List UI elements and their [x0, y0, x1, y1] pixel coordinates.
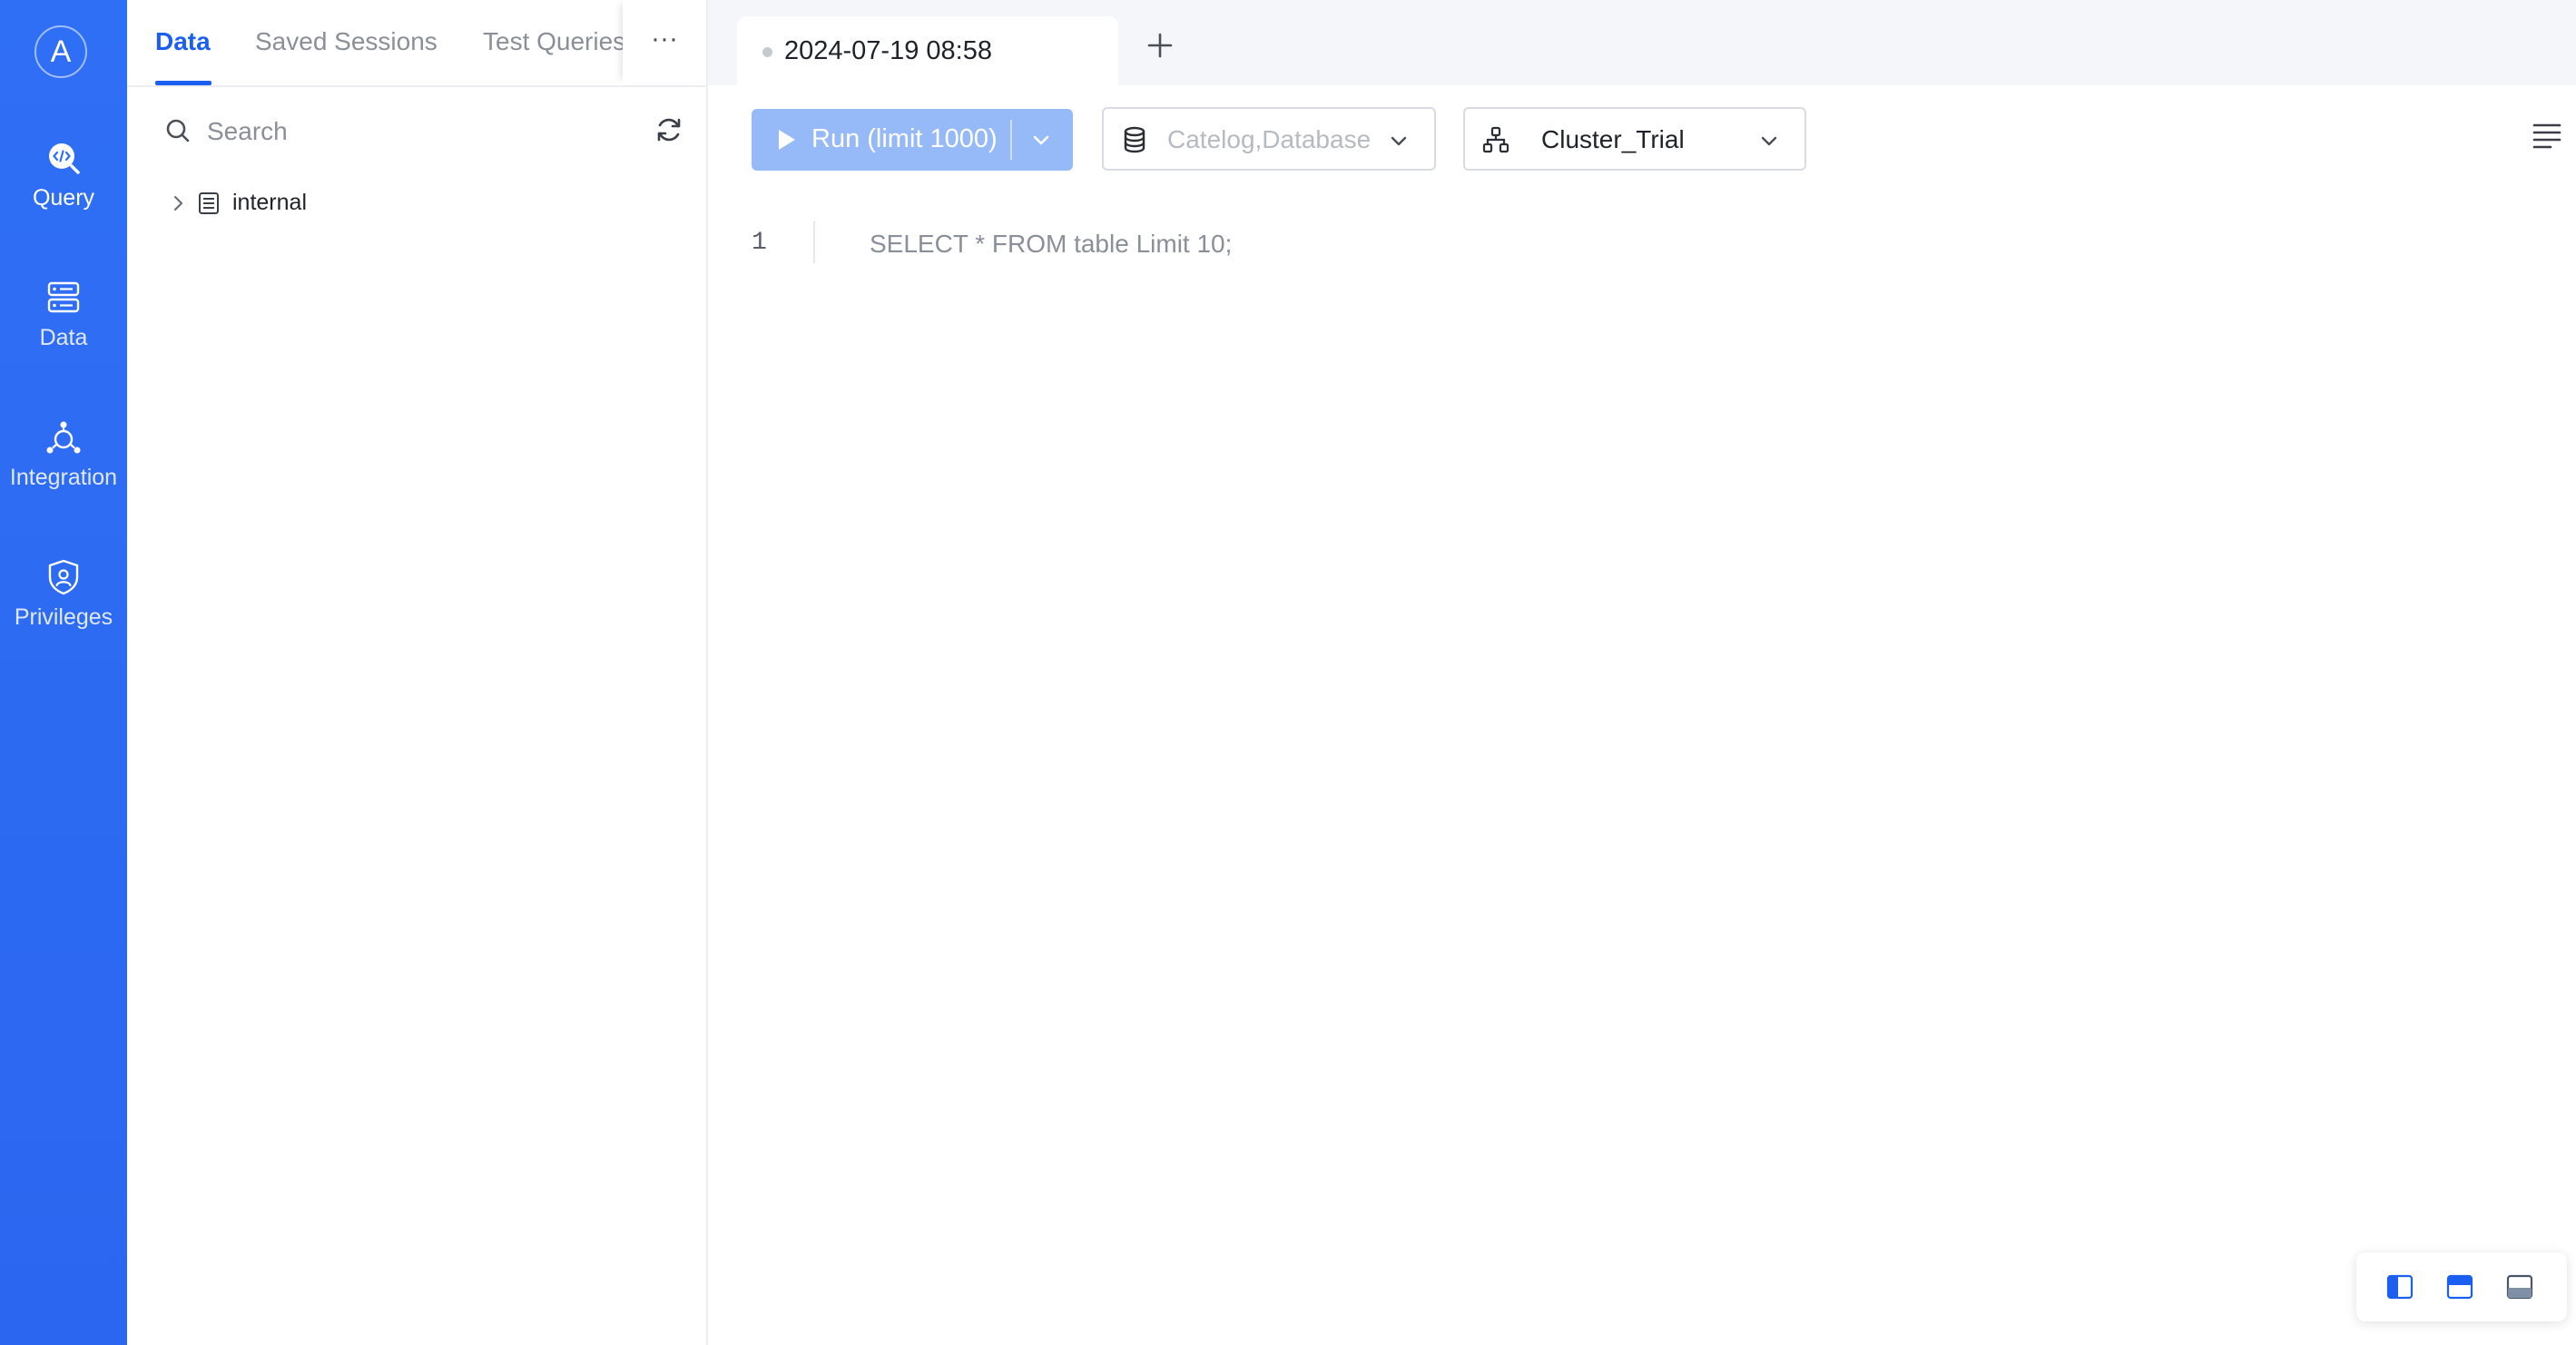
shield-user-icon	[48, 559, 79, 595]
run-button[interactable]: Run (limit 1000)	[752, 109, 1073, 171]
chevron-down-icon	[1761, 136, 1777, 146]
tree-item-internal[interactable]: internal	[167, 187, 439, 220]
nav-label-integration: Integration	[9, 465, 118, 490]
server-icon	[47, 281, 80, 313]
integration-icon	[46, 421, 81, 454]
more-tabs-button[interactable]: ···	[623, 0, 706, 83]
line-number: 1	[752, 229, 767, 257]
tab-saved-sessions[interactable]: Saved Sessions	[255, 27, 438, 56]
session-tab[interactable]: 2024-07-19 08:58	[737, 16, 1118, 85]
active-tab-indicator	[155, 81, 211, 85]
cluster-select[interactable]: Cluster_Trial	[1463, 107, 1806, 171]
cluster-icon	[1482, 126, 1509, 153]
align-lines-menu-icon[interactable]	[2531, 120, 2563, 152]
bottom-panel-layout-icon[interactable]	[2505, 1272, 2534, 1301]
run-button-label: Run (limit 1000)	[811, 124, 998, 153]
chevron-right-icon[interactable]	[167, 192, 189, 214]
nav-label-privileges: Privileges	[14, 604, 113, 630]
nav-item-data[interactable]: Data	[0, 278, 127, 351]
user-avatar[interactable]: A	[34, 25, 87, 78]
session-tab-title: 2024-07-19 08:58	[784, 36, 992, 65]
tab-data[interactable]: Data	[155, 27, 211, 56]
query-icon	[49, 143, 80, 174]
catalog-database-select[interactable]: Catelog,Database	[1102, 107, 1436, 171]
top-panel-layout-icon[interactable]	[2445, 1272, 2474, 1301]
unsaved-dot-icon	[762, 47, 772, 57]
nav-item-privileges[interactable]: Privileges	[0, 557, 127, 631]
cluster-select-value: Cluster_Trial	[1541, 125, 1685, 153]
left-panel-layout-icon[interactable]	[2385, 1272, 2414, 1301]
run-options-chevron-down-icon[interactable]	[1028, 127, 1054, 152]
chevron-down-icon	[1391, 136, 1407, 146]
gutter-divider	[813, 221, 815, 263]
nav-label-query: Query	[32, 185, 95, 211]
nav-label-data: Data	[39, 325, 88, 350]
main-nav-rail: A Query Data Integration Privileges	[0, 0, 127, 1345]
catalog-database-placeholder: Catelog,Database	[1167, 125, 1372, 153]
add-tab-icon[interactable]	[1144, 29, 1176, 62]
code-line[interactable]: SELECT * FROM table Limit 10;	[870, 230, 1232, 259]
tree-item-label: internal	[232, 190, 307, 215]
tab-test-queries[interactable]: Test Queries	[483, 27, 625, 56]
layout-switcher	[2356, 1252, 2567, 1321]
database-icon	[1124, 126, 1145, 153]
catalog-icon	[199, 192, 219, 214]
refresh-icon[interactable]	[654, 114, 684, 145]
search-icon	[166, 119, 190, 142]
session-tab-bar: 2024-07-19 08:58	[708, 0, 2576, 85]
play-icon	[779, 130, 795, 150]
nav-item-integration[interactable]: Integration	[0, 417, 127, 491]
explorer-search-input[interactable]	[205, 111, 572, 152]
explorer-tabs: Data Saved Sessions Test Queries ···	[127, 0, 706, 87]
explorer-panel: Data Saved Sessions Test Queries ··· int…	[127, 0, 708, 1345]
run-button-divider	[1010, 120, 1012, 160]
nav-item-query[interactable]: Query	[0, 138, 127, 211]
